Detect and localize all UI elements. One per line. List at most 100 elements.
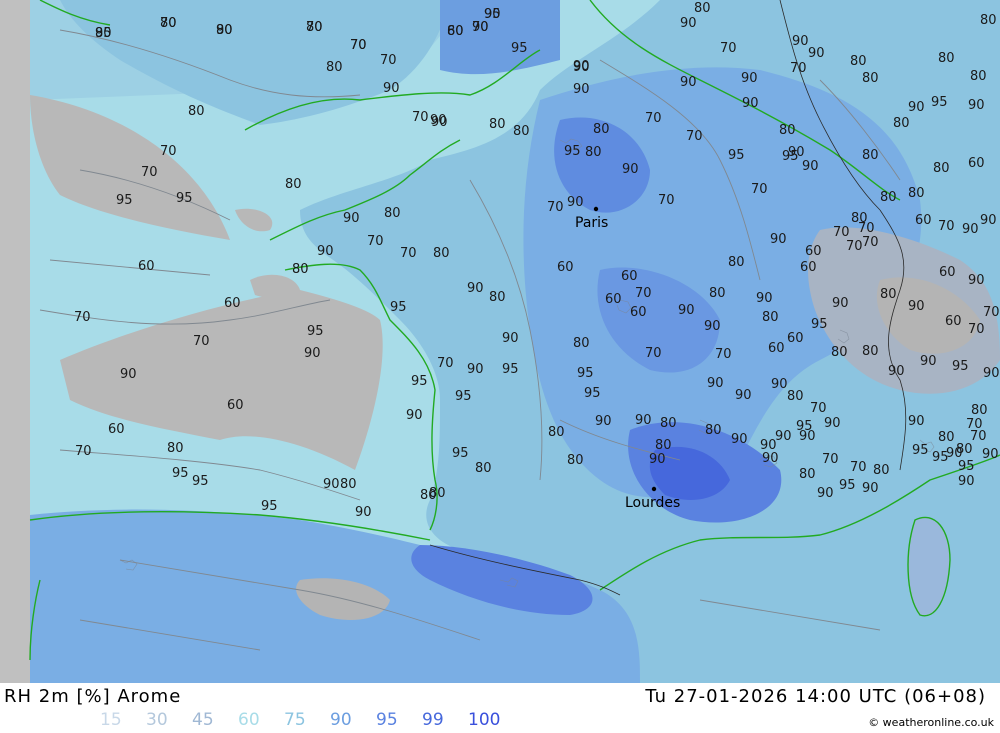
contour-value-label: 80 [548,425,565,440]
contour-value-label: 90 [908,414,925,429]
contour-value-label: 95 [839,478,856,493]
contour-value-label: 80 [880,190,897,205]
contour-value-label: 90 [888,364,905,379]
legend-item: 45 [192,710,214,730]
contour-value-label: 95 [116,193,133,208]
contour-value-label: 70 [720,41,737,56]
contour-value-label: 80 [705,423,722,438]
contour-value-label: 70 [75,444,92,459]
contour-value-label: 95 [952,359,969,374]
contour-value-label: 90 [788,145,805,160]
contour-value-label: 80 [567,453,584,468]
legend-item: 100 [468,710,501,730]
contour-value-label: 90 [649,452,666,467]
contour-value-label: 95 [932,450,949,465]
contour-value-label: 95 [411,374,428,389]
contour-value-label: 60 [138,259,155,274]
contour-value-label: 60 [227,398,244,413]
color-legend: 15 30 45 60 75 90 95 99 100 [100,710,514,730]
city-label: Paris [575,215,608,231]
contour-value-label: 60 [557,260,574,275]
contour-value-label: 95 [577,366,594,381]
contour-value-label: 60 [968,156,985,171]
contour-value-label: 70 [858,221,875,236]
contour-value-label: 80 [573,336,590,351]
contour-value-label: 90 [216,23,233,38]
contour-value-label: 80 [285,177,302,192]
legend-item: 15 [100,710,122,730]
contour-value-label: 60 [787,331,804,346]
contour-value-label: 90 [680,75,697,90]
contour-value-label: 90 [502,331,519,346]
contour-value-label: 95 [172,466,189,481]
contour-value-label: 80 [655,438,672,453]
contour-value-label: 90 [920,354,937,369]
contour-value-label: 70 [160,144,177,159]
contour-value-label: 90 [824,416,841,431]
contour-value-label: 70 [635,286,652,301]
contour-value-label: 90 [707,376,724,391]
contour-value-label: 90 [573,82,590,97]
contour-value-label: 60 [915,213,932,228]
contour-value-label: 80 [933,161,950,176]
contour-value-label: 80 [384,206,401,221]
contour-value-label: 60 [945,314,962,329]
contour-value-label: 90 [323,477,340,492]
contour-value-label: 80 [831,345,848,360]
contour-value-label: 95 [502,362,519,377]
contour-value-label: 90 [808,46,825,61]
contour-value-label: 90 [704,319,721,334]
contour-value-label: 70 [400,246,417,261]
contour-value-label: 70 [350,38,367,53]
contour-value-label: 70 [658,193,675,208]
contour-value-label: 80 [971,403,988,418]
contour-value-label: 95 [958,459,975,474]
contour-value-label: 95 [584,386,601,401]
contour-value-label: 90 [792,34,809,49]
contour-value-label: 90 [908,299,925,314]
contour-value-label: 70 [380,53,397,68]
map-footer: RH 2m [%] Arome Tu 27-01-2026 14:00 UTC … [0,683,1000,733]
contour-value-label: 60 [605,292,622,307]
contour-value-label: 90 [802,159,819,174]
contour-value-label: 70 [437,356,454,371]
contour-value-label: 70 [547,200,564,215]
contour-value-label: 60 [447,24,464,39]
contour-value-label: 80 [292,262,309,277]
contour-value-label: 80 [908,186,925,201]
contour-value-label: 90 [317,244,334,259]
legend-item: 75 [284,710,306,730]
contour-value-label: 60 [768,341,785,356]
contour-value-label: 70 [645,346,662,361]
contour-value-label: 90 [635,413,652,428]
contour-value-label: 80 [728,255,745,270]
contour-value-label: 80 [326,60,343,75]
contour-value-label: 90 [983,366,1000,381]
contour-value-label: 70 [160,16,177,31]
contour-value-label: 70 [790,61,807,76]
contour-value-label: 95 [931,95,948,110]
contour-value-label: 70 [833,225,850,240]
contour-value-label: 80 [188,104,205,119]
contour-value-label: 60 [621,269,638,284]
contour-value-label: 90 [731,432,748,447]
contour-value-label: 95 [307,324,324,339]
contour-value-label: 80 [787,389,804,404]
contour-value-label: 70 [412,110,429,125]
contour-value-label: 90 [355,505,372,520]
forecast-datetime: Tu 27-01-2026 14:00 UTC (06+08) [645,686,986,707]
contour-value-label: 80 [420,488,437,503]
contour-value-label: 90 [573,60,590,75]
contour-value-label: 80 [873,463,890,478]
contour-value-label: 90 [467,281,484,296]
credit-link[interactable]: © weatheronline.co.uk [868,716,994,729]
contour-value-label: 70 [850,460,867,475]
contour-value-label: 60 [805,244,822,259]
contour-value-label: 90 [484,7,501,22]
contour-value-label: 80 [340,477,357,492]
legend-item: 30 [146,710,168,730]
contour-value-label: 95 [511,41,528,56]
contour-value-label: 80 [593,122,610,137]
contour-value-label: 60 [630,305,647,320]
contour-value-label: 90 [567,195,584,210]
